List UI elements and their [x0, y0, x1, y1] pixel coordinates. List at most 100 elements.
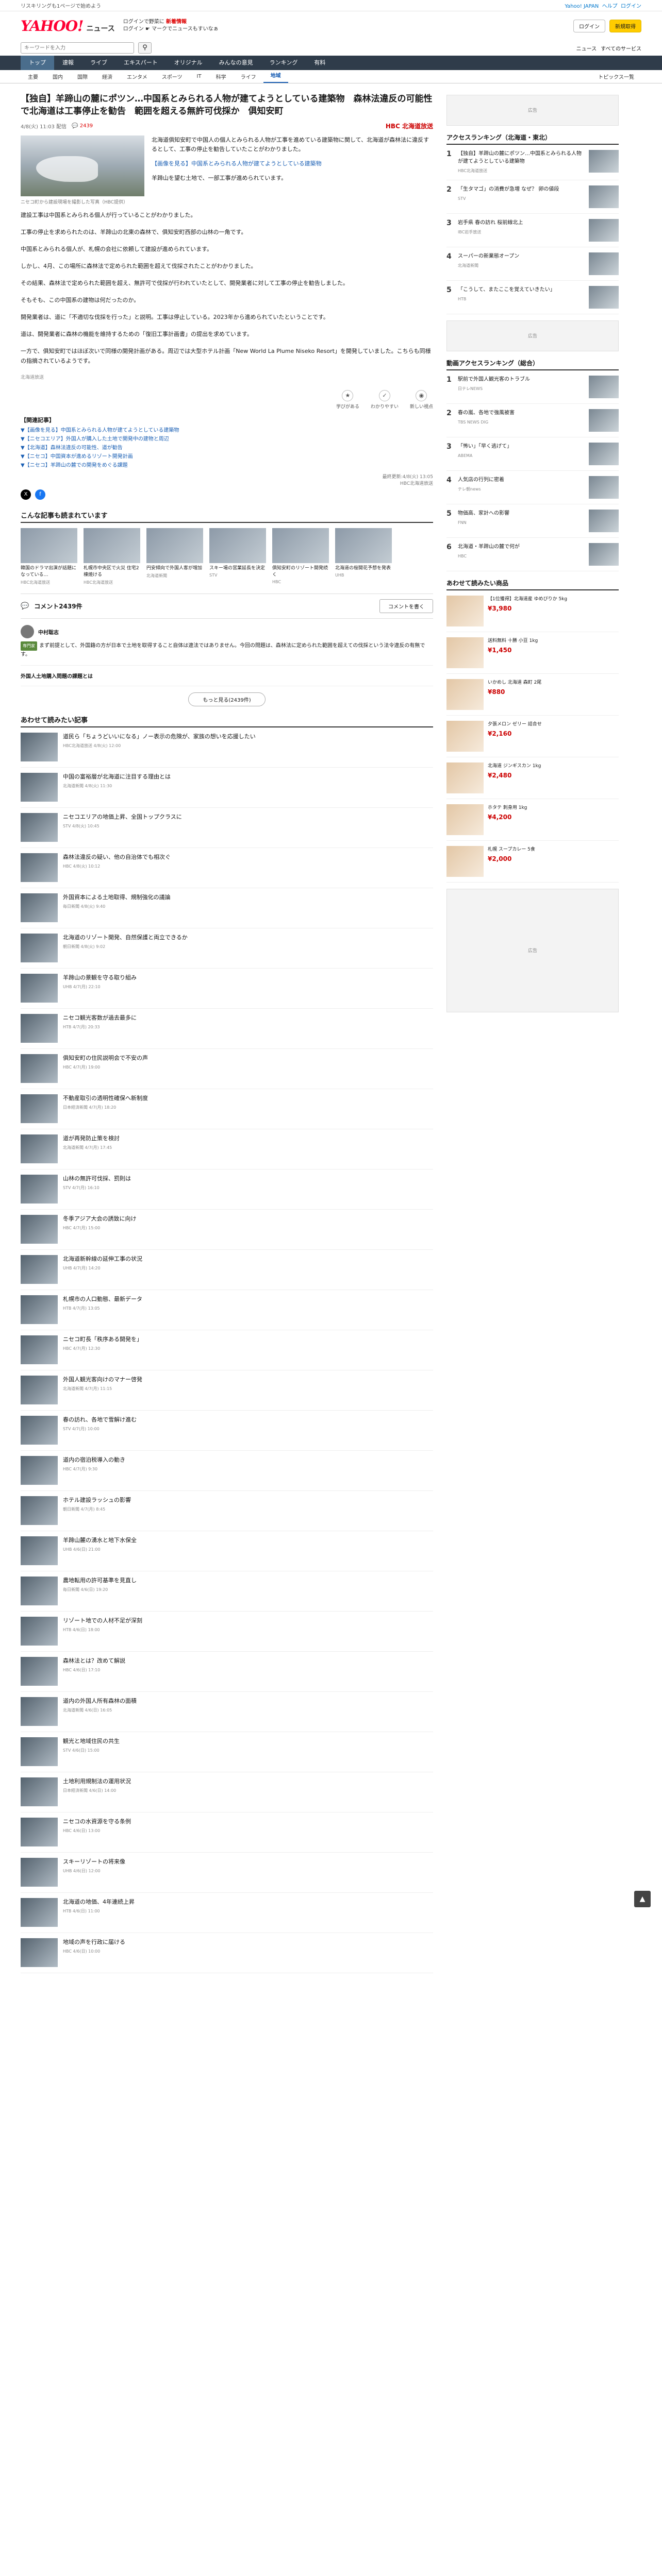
also-read-item[interactable]: ニセコの水資源を守る条例 HBC 4/6(日) 13:00: [21, 1812, 433, 1853]
help-link[interactable]: ヘルプ: [602, 4, 618, 9]
ranking-item[interactable]: 6 北海道・羊蹄山の麓で何が HBC: [446, 538, 619, 571]
subnav-economy[interactable]: 経済: [95, 73, 120, 80]
also-read-item[interactable]: 道内の宿泊税導入の動き HBC 4/7(月) 9:30: [21, 1451, 433, 1491]
subnav-sports[interactable]: スポーツ: [155, 73, 190, 80]
related-link[interactable]: ▼【ニセコ】中国資本が進めるリゾート開発計画: [21, 452, 433, 461]
subnav-main[interactable]: 主要: [21, 73, 45, 80]
react-clear-button[interactable]: ✓ わかりやすい: [371, 390, 399, 410]
also-read-item[interactable]: 羊蹄山麓の湧水と地下水保全 UHB 4/6(日) 21:00: [21, 1531, 433, 1571]
also-read-item[interactable]: 不動産取引の透明性確保へ新制度 日本経済新聞 4/7(月) 18:20: [21, 1089, 433, 1129]
product-item[interactable]: 札幌 スープカレー 5食 ¥2,000: [446, 841, 619, 883]
yahoo-news-logo[interactable]: YAHOO! ニュース: [21, 18, 115, 35]
subnav-domestic[interactable]: 国内: [45, 73, 70, 80]
nav-expert[interactable]: エキスパート: [115, 56, 166, 70]
ranking-item[interactable]: 5 物価高、家計への影響 FNN: [446, 504, 619, 538]
recommend-card[interactable]: 円安傾向で外国人客が増加 北海道新聞: [146, 528, 203, 585]
nav-breaking[interactable]: 速報: [54, 56, 82, 70]
search-input[interactable]: [21, 42, 134, 54]
also-read-item[interactable]: 道内の外国人所有森林の面積 北海道新聞 4/6(日) 16:05: [21, 1692, 433, 1732]
avatar[interactable]: [21, 625, 34, 638]
also-read-item[interactable]: 土地利用規制法の運用状況 日本経済新聞 4/6(日) 14:00: [21, 1772, 433, 1812]
news-service-link[interactable]: ニュース: [576, 44, 597, 52]
also-read-item[interactable]: 山林の無許可伐採、罰則は STV 4/7(月) 16:10: [21, 1170, 433, 1210]
image-link[interactable]: 【画像を見る】中国系とみられる人物が建てようとしている建築物: [152, 159, 433, 168]
recommend-card[interactable]: 札幌市中央区で火災 住宅2棟焼ける HBC北海道放送: [84, 528, 140, 585]
also-read-item[interactable]: スキーリゾートの将来像 UHB 4/6(日) 12:00: [21, 1853, 433, 1893]
also-read-item[interactable]: 森林法とは？改めて解説 HBC 4/6(日) 17:10: [21, 1652, 433, 1692]
ranking-item[interactable]: 1 【独自】羊蹄山の麓にポツン…中国系とみられる人物が建てようとしている建築物 HB…: [446, 145, 619, 180]
more-comments-button[interactable]: もっと見る(2439件): [188, 692, 266, 706]
related-link[interactable]: ▼【ニセコエリア】外国人が購入した土地で開発中の建物と周辺: [21, 435, 433, 444]
also-read-item[interactable]: 春の訪れ、各地で雪解け進む STV 4/7(月) 10:00: [21, 1411, 433, 1451]
nav-original[interactable]: オリジナル: [166, 56, 211, 70]
also-read-item[interactable]: 地域の声を行政に届ける HBC 4/6(日) 10:00: [21, 1933, 433, 1973]
also-read-item[interactable]: 観光と地域住民の共生 STV 4/6(日) 15:00: [21, 1732, 433, 1772]
recommend-card[interactable]: スキー場の営業延長を決定 STV: [209, 528, 266, 585]
also-read-item[interactable]: 道が再発防止策を検討 北海道新聞 4/7(月) 17:45: [21, 1129, 433, 1170]
search-icon[interactable]: ⚲: [138, 42, 152, 54]
login-link[interactable]: ログイン: [621, 4, 641, 9]
article-photo[interactable]: [21, 135, 144, 196]
product-item[interactable]: 夕張メロン ゼリー 詰合せ ¥2,160: [446, 716, 619, 757]
topics-list-link[interactable]: トピックス一覧: [591, 73, 641, 80]
ranking-item[interactable]: 4 人気店の行列に密着 テレ朝news: [446, 471, 619, 504]
comment-count-link[interactable]: 💬 2439: [72, 123, 93, 129]
related-link[interactable]: ▼【画像を見る】中国系とみられる人物が建てようとしている建築物: [21, 426, 433, 435]
nav-top[interactable]: トップ: [21, 56, 54, 70]
also-read-item[interactable]: 農地転用の許可基準を見直し 毎日新聞 4/6(日) 19:20: [21, 1571, 433, 1612]
also-read-item[interactable]: 札幌市の人口動態、最新データ HTB 4/7(月) 13:05: [21, 1290, 433, 1330]
ranking-item[interactable]: 4 スーパーの新業態オープン 北海道新聞: [446, 247, 619, 281]
react-learn-button[interactable]: ★ 学びがある: [336, 390, 359, 410]
subnav-world[interactable]: 国際: [70, 73, 95, 80]
also-read-item[interactable]: ホテル建設ラッシュの影響 朝日新聞 4/7(月) 8:45: [21, 1491, 433, 1531]
ranking-item[interactable]: 5 「こうして、またここを覚えていきたい」 HTB: [446, 281, 619, 314]
product-item[interactable]: 北海道 ジンギスカン 1kg ¥2,480: [446, 757, 619, 799]
login-button[interactable]: ログイン: [573, 19, 605, 32]
also-read-item[interactable]: 道民ら「ちょうどいいになる」ノー表示の危険が、家族の想いを応援したい HBC北海道…: [21, 727, 433, 768]
related-link[interactable]: ▼【ニセコ】羊蹄山の麓での開発をめぐる課題: [21, 461, 433, 470]
also-read-item[interactable]: ニセコ町長「秩序ある開発を」 HBC 4/7(月) 12:30: [21, 1330, 433, 1370]
recommend-card[interactable]: 北海道の桜開花予想を発表 UHB: [335, 528, 392, 585]
comment-topic-title[interactable]: 外国人土地購入問題の課題とは: [21, 672, 433, 680]
also-read-item[interactable]: 外国資本による土地取得、規制強化の議論 毎日新聞 4/8(火) 9:40: [21, 888, 433, 928]
subnav-entame[interactable]: エンタメ: [120, 73, 155, 80]
product-item[interactable]: いかめし 北海道 森町 2尾 ¥880: [446, 674, 619, 716]
nav-opinion[interactable]: みんなの意見: [211, 56, 261, 70]
login-promo[interactable]: ログインで野菜に 新着情報 ログイン ☛ マークでニュースもすいなぁ: [123, 19, 219, 33]
provider-logo[interactable]: HBC 北海道放送: [386, 122, 433, 130]
also-read-item[interactable]: 俱知安町の住民説明会で不安の声 HBC 4/7(月) 19:00: [21, 1049, 433, 1089]
also-read-item[interactable]: 中国の富裕層が北海道に注目する理由とは 北海道新聞 4/8(火) 11:30: [21, 768, 433, 808]
also-read-item[interactable]: 外国人観光客向けのマナー啓発 北海道新聞 4/7(月) 11:15: [21, 1370, 433, 1411]
related-link[interactable]: ▼【北海道】森林法違反の可能性、道が勧告: [21, 444, 433, 452]
ranking-item[interactable]: 3 岩手県 春の訪れ 桜前線北上 IBC岩手放送: [446, 214, 619, 247]
scroll-to-top-button[interactable]: ▲: [634, 1891, 651, 1907]
also-read-item[interactable]: 羊蹄山の景観を守る取り組み UHB 4/7(月) 22:10: [21, 969, 433, 1009]
also-read-item[interactable]: ニセコエリアの地価上昇、全国トップクラスに STV 4/8(火) 10:45: [21, 808, 433, 848]
also-read-item[interactable]: 北海道新幹線の延伸工事の状況 UHB 4/7(月) 14:20: [21, 1250, 433, 1290]
write-comment-button[interactable]: コメントを書く: [379, 599, 433, 613]
ranking-item[interactable]: 3 「怖い」「早く逃げて」 ABEMA: [446, 437, 619, 471]
product-item[interactable]: 送料無料 十勝 小豆 1kg ¥1,450: [446, 632, 619, 674]
also-read-item[interactable]: ニセコ観光客数が過去最多に HTB 4/7(月) 20:33: [21, 1009, 433, 1049]
react-new-button[interactable]: ◉ 新しい視点: [410, 390, 433, 410]
ad-banner[interactable]: 広告: [446, 320, 619, 351]
x-share-icon[interactable]: X: [21, 489, 31, 500]
subnav-it[interactable]: IT: [190, 74, 209, 79]
also-read-item[interactable]: 北海道の地価、4年連続上昇 HTB 4/6(日) 11:00: [21, 1893, 433, 1933]
yahoo-top-link[interactable]: Yahoo! JAPAN: [565, 4, 599, 9]
ranking-item[interactable]: 1 駅前で外国人観光客のトラブル 日テレNEWS: [446, 370, 619, 404]
nav-live[interactable]: ライブ: [82, 56, 115, 70]
also-read-item[interactable]: 北海道のリゾート開発、自然保護と両立できるか 朝日新聞 4/8(火) 9:02: [21, 928, 433, 969]
product-item[interactable]: 【1位獲得】北海道産 ゆめぴりか 5kg ¥3,980: [446, 590, 619, 632]
recommend-card[interactable]: 韓国のドラマ出演が話題になっている… HBC北海道放送: [21, 528, 77, 585]
ad-banner[interactable]: 広告: [446, 889, 619, 1012]
ranking-item[interactable]: 2 春の嵐、各地で強風被害 TBS NEWS DIG: [446, 404, 619, 437]
also-read-item[interactable]: リゾート地での人材不足が深刻 HTB 4/6(日) 18:00: [21, 1612, 433, 1652]
product-item[interactable]: ホタテ 刺身用 1kg ¥4,200: [446, 799, 619, 841]
facebook-share-icon[interactable]: f: [35, 489, 45, 500]
subnav-life[interactable]: ライフ: [234, 73, 263, 80]
nav-paid[interactable]: 有料: [306, 56, 334, 70]
recommend-card[interactable]: 俱知安町のリゾート開発続く HBC: [272, 528, 329, 585]
nav-ranking[interactable]: ランキング: [261, 56, 306, 70]
ranking-item[interactable]: 2 「生タマゴ」の消費が急増 なぜ？ 卵の値段 STV: [446, 180, 619, 214]
